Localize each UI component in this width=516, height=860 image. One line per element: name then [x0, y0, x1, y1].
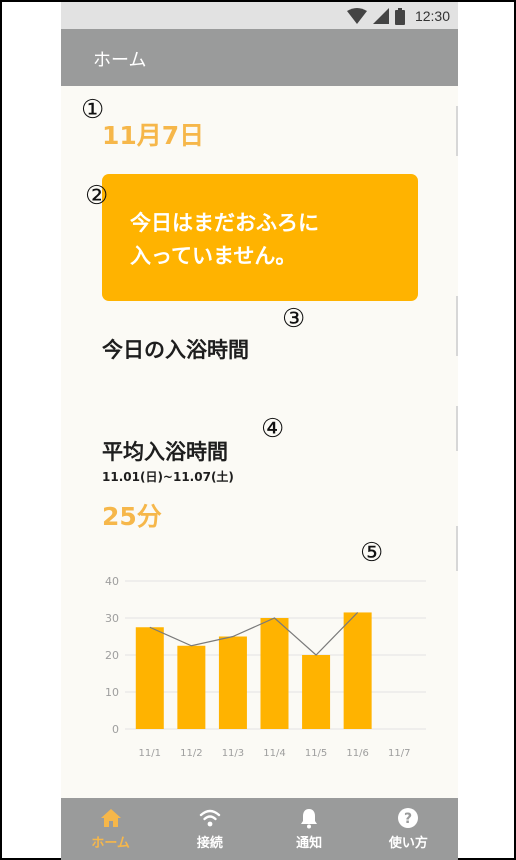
- bar: [343, 612, 372, 729]
- nav-connect[interactable]: 接続: [160, 798, 259, 860]
- bath-time-chart: 0 10 20 30 40 11/1 11/2 11/3 11/4 11/5 11/6 11/7: [105, 575, 426, 759]
- battery-icon: [394, 7, 405, 25]
- help-icon: ?: [398, 808, 419, 828]
- phone-screen: 12:30 ホーム ① 11月7日 今日はまだおふろに 入っていません。 ② ③…: [61, 2, 458, 860]
- nav-label: ホーム: [91, 836, 130, 851]
- home-content[interactable]: ① 11月7日 今日はまだおふろに 入っていません。 ② ③ 今日の入浴時間 ④…: [61, 86, 458, 798]
- x-tick-label: 11/5: [305, 748, 327, 759]
- alert-message: 今日はまだおふろに 入っていません。: [130, 211, 319, 268]
- bar: [302, 655, 331, 729]
- svg-text:?: ?: [404, 811, 412, 827]
- bottom-nav: ホーム 接続 通知 ? 使い方: [61, 798, 458, 860]
- x-tick-label: 11/6: [346, 748, 368, 759]
- screenshot-frame: 12:30 ホーム ① 11月7日 今日はまだおふろに 入っていません。 ② ③…: [0, 0, 516, 860]
- bar: [260, 618, 289, 729]
- y-tick-label: 40: [105, 575, 119, 588]
- y-tick-label: 0: [112, 723, 119, 736]
- nav-home[interactable]: ホーム: [61, 798, 160, 860]
- x-tick-label: 11/2: [180, 748, 202, 759]
- cell-signal-icon: [372, 8, 389, 24]
- today-bath-time-heading: 今日の入浴時間: [102, 338, 249, 362]
- x-tick-label: 11/7: [388, 748, 410, 759]
- average-bath-time-value: 25分: [102, 502, 162, 531]
- bar: [218, 636, 247, 729]
- y-tick-label: 10: [105, 686, 119, 699]
- bar: [177, 645, 206, 729]
- x-tick-label: 11/3: [222, 748, 244, 759]
- nav-help[interactable]: ? 使い方: [359, 798, 458, 860]
- page-title: ホーム: [93, 50, 147, 71]
- average-bath-time-heading: 平均入浴時間: [102, 440, 228, 464]
- y-tick-label: 30: [105, 612, 119, 625]
- status-icons: 12:30: [346, 6, 450, 26]
- average-period: 11.01(日)~11.07(土): [102, 470, 234, 484]
- y-tick-label: 20: [105, 649, 119, 662]
- x-tick-label: 11/4: [263, 748, 285, 759]
- wifi-icon: [199, 809, 221, 827]
- scroll-indicator: [456, 106, 458, 156]
- status-bar: 12:30: [61, 2, 458, 29]
- scroll-indicator: [456, 406, 458, 451]
- annotation-marker-1: ①: [81, 95, 105, 125]
- home-icon: [100, 809, 121, 827]
- annotation-marker-2: ②: [85, 181, 109, 211]
- scroll-indicator: [456, 526, 458, 571]
- nav-label: 通知: [296, 836, 323, 851]
- bar: [135, 627, 164, 729]
- scroll-indicator: [456, 296, 458, 356]
- bath-status-alert: 今日はまだおふろに 入っていません。: [102, 174, 418, 301]
- nav-label: 使い方: [388, 836, 428, 851]
- annotation-marker-3: ③: [282, 304, 306, 334]
- x-tick-label: 11/1: [139, 748, 161, 759]
- today-date: 11月7日: [102, 121, 205, 150]
- nav-label: 接続: [196, 836, 223, 851]
- bell-icon: [301, 809, 318, 829]
- app-bar: ホーム: [61, 29, 458, 86]
- annotation-marker-4: ④: [261, 414, 285, 444]
- wifi-signal-icon: [346, 8, 367, 24]
- status-time: 12:30: [414, 8, 450, 24]
- nav-notifications[interactable]: 通知: [260, 798, 359, 860]
